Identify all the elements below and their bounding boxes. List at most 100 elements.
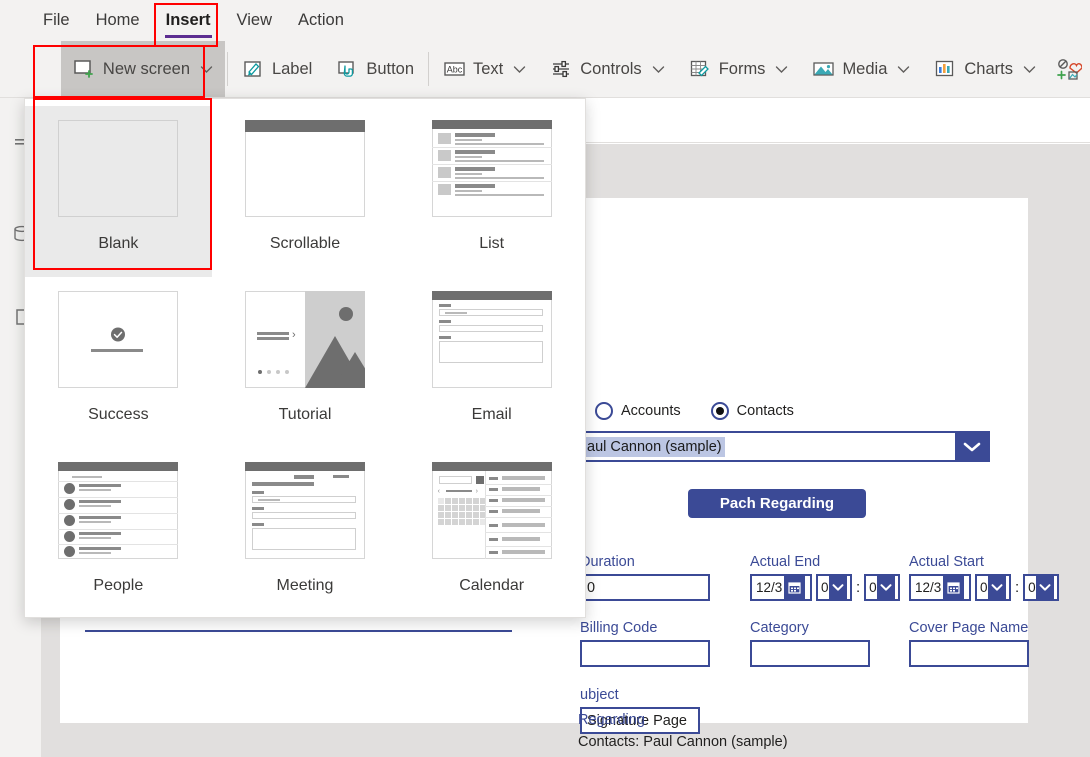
template-tutorial[interactable]: › Tutorial bbox=[212, 277, 399, 448]
radio-accounts-label: Accounts bbox=[621, 403, 681, 419]
label-button[interactable]: Label bbox=[230, 41, 324, 97]
button-button-text: Button bbox=[366, 59, 415, 78]
template-scrollable-label: Scrollable bbox=[269, 235, 341, 252]
text-button[interactable]: Abc Text bbox=[431, 41, 538, 97]
icons-shapes-icon bbox=[1056, 58, 1082, 80]
template-people-label: People bbox=[93, 577, 144, 594]
icons-button[interactable] bbox=[1048, 41, 1090, 97]
calendar-icon[interactable] bbox=[784, 576, 806, 599]
field-cover-page-name[interactable]: Cover Page Name bbox=[909, 620, 1029, 667]
radio-contacts-label: Contacts bbox=[736, 403, 794, 419]
media-button-text: Media bbox=[842, 59, 888, 78]
template-list[interactable]: List bbox=[398, 106, 585, 277]
new-screen-label: New screen bbox=[102, 59, 191, 78]
patch-regarding-button[interactable]: Pach Regarding bbox=[688, 489, 866, 518]
radio-accounts[interactable] bbox=[595, 402, 613, 420]
forms-button[interactable]: Forms bbox=[677, 41, 801, 97]
actual-end-minute-select[interactable]: 0 bbox=[864, 574, 901, 601]
template-thumb-meeting bbox=[244, 462, 365, 559]
menu-item-action[interactable]: Action bbox=[285, 0, 357, 41]
template-scrollable[interactable]: Scrollable bbox=[212, 106, 399, 277]
menu-item-home[interactable]: Home bbox=[83, 0, 153, 41]
controls-button-text: Controls bbox=[580, 59, 642, 78]
actual-start-hour-select[interactable]: 0 bbox=[975, 574, 1011, 601]
abc-text-icon: Abc bbox=[443, 58, 465, 80]
media-button[interactable]: Media bbox=[800, 41, 922, 97]
chevron-down-icon bbox=[1023, 65, 1036, 74]
field-billing-code-input[interactable] bbox=[580, 640, 710, 667]
field-duration[interactable]: Duration 0 bbox=[580, 554, 710, 601]
field-actual-start[interactable]: Actual Start 12/3 0: 0 bbox=[909, 554, 1060, 601]
template-thumb-people bbox=[58, 462, 179, 559]
template-people[interactable]: People bbox=[25, 448, 212, 619]
template-blank-label: Blank bbox=[98, 235, 139, 252]
menu-item-insert[interactable]: Insert bbox=[153, 0, 224, 41]
template-blank[interactable]: Blank bbox=[25, 106, 212, 277]
new-screen-icon bbox=[73, 58, 95, 80]
radio-contacts[interactable] bbox=[710, 402, 729, 420]
field-billing-code-label: Billing Code bbox=[580, 620, 658, 636]
template-calendar-label: Calendar bbox=[459, 577, 525, 594]
template-email-label: Email bbox=[471, 406, 512, 423]
chevron-down-icon[interactable] bbox=[828, 576, 847, 599]
template-thumb-tutorial: › bbox=[244, 291, 365, 388]
sliders-controls-icon bbox=[550, 58, 572, 80]
field-duration-label: Duration bbox=[580, 554, 635, 570]
template-success[interactable]: Success bbox=[25, 277, 212, 448]
charts-button-text: Charts bbox=[964, 59, 1013, 78]
entity-radio-group[interactable]: Accounts Contacts bbox=[595, 402, 816, 420]
field-duration-input[interactable]: 0 bbox=[580, 574, 710, 601]
chevron-down-icon[interactable] bbox=[1035, 576, 1054, 599]
new-screen-button[interactable]: New screen bbox=[60, 41, 226, 97]
template-thumb-scrollable bbox=[244, 120, 365, 217]
new-screen-gallery-panel[interactable]: Blank Scrollable List Success › Tutorial… bbox=[24, 98, 586, 618]
template-tutorial-label: Tutorial bbox=[278, 406, 332, 423]
field-subject-label: ubject bbox=[580, 687, 619, 703]
regarding-value: Contacts: Paul Cannon (sample) bbox=[578, 734, 788, 750]
chevron-down-icon bbox=[513, 65, 526, 74]
regarding-combobox[interactable]: aul Cannon (sample) bbox=[580, 431, 990, 462]
menu-item-file[interactable]: File bbox=[30, 0, 83, 41]
chevron-down-icon bbox=[652, 65, 665, 74]
template-thumb-email bbox=[431, 291, 552, 388]
forms-button-text: Forms bbox=[718, 59, 766, 78]
actual-start-date-input[interactable]: 12/3 bbox=[909, 574, 971, 601]
template-calendar[interactable]: ‹ › Calendar bbox=[398, 448, 585, 619]
field-actual-end[interactable]: Actual End 12/3 0: 0 bbox=[750, 554, 901, 601]
actual-start-minute-select[interactable]: 0 bbox=[1023, 574, 1060, 601]
button-button[interactable]: Button bbox=[324, 41, 426, 97]
template-meeting[interactable]: Meeting bbox=[212, 448, 399, 619]
template-thumb-calendar: ‹ › bbox=[431, 462, 552, 559]
charts-button[interactable]: Charts bbox=[922, 41, 1048, 97]
powerapps-studio-window: 5, 1) Accounts Contacts aul Cannon (samp… bbox=[0, 0, 1090, 757]
time-colon: : bbox=[1015, 579, 1020, 596]
chevron-down-icon[interactable] bbox=[955, 433, 988, 460]
button-cursor-icon bbox=[336, 58, 358, 80]
actual-end-hour-value: 0 bbox=[821, 580, 829, 595]
field-category[interactable]: Category bbox=[750, 620, 870, 667]
field-category-input[interactable] bbox=[750, 640, 870, 667]
template-thumb-success bbox=[58, 291, 179, 388]
label-pencil-icon bbox=[242, 58, 264, 80]
controls-button[interactable]: Controls bbox=[538, 41, 676, 97]
chevron-down-icon[interactable] bbox=[876, 576, 895, 599]
actual-start-date-value: 12/3 bbox=[915, 580, 942, 595]
ribbon-divider bbox=[428, 52, 429, 86]
chevron-down-icon[interactable] bbox=[987, 576, 1006, 599]
actual-end-date-input[interactable]: 12/3 bbox=[750, 574, 812, 601]
label-button-text: Label bbox=[271, 59, 313, 78]
field-billing-code[interactable]: Billing Code bbox=[580, 620, 710, 667]
field-cover-page-name-input[interactable] bbox=[909, 640, 1029, 667]
template-meeting-label: Meeting bbox=[276, 577, 334, 594]
text-button-text: Text bbox=[472, 59, 504, 78]
template-email[interactable]: Email bbox=[398, 277, 585, 448]
field-cover-page-name-label: Cover Page Name bbox=[909, 620, 1029, 636]
regarding-label: Regarding bbox=[578, 712, 645, 728]
menu-item-view[interactable]: View bbox=[224, 0, 285, 41]
svg-text:Abc: Abc bbox=[447, 65, 463, 75]
charts-bar-icon bbox=[934, 58, 956, 80]
calendar-icon[interactable] bbox=[943, 576, 965, 599]
actual-end-hour-select[interactable]: 0 bbox=[816, 574, 852, 601]
field-actual-end-label: Actual End bbox=[750, 554, 821, 570]
actual-start-minute-value: 0 bbox=[1028, 580, 1036, 595]
